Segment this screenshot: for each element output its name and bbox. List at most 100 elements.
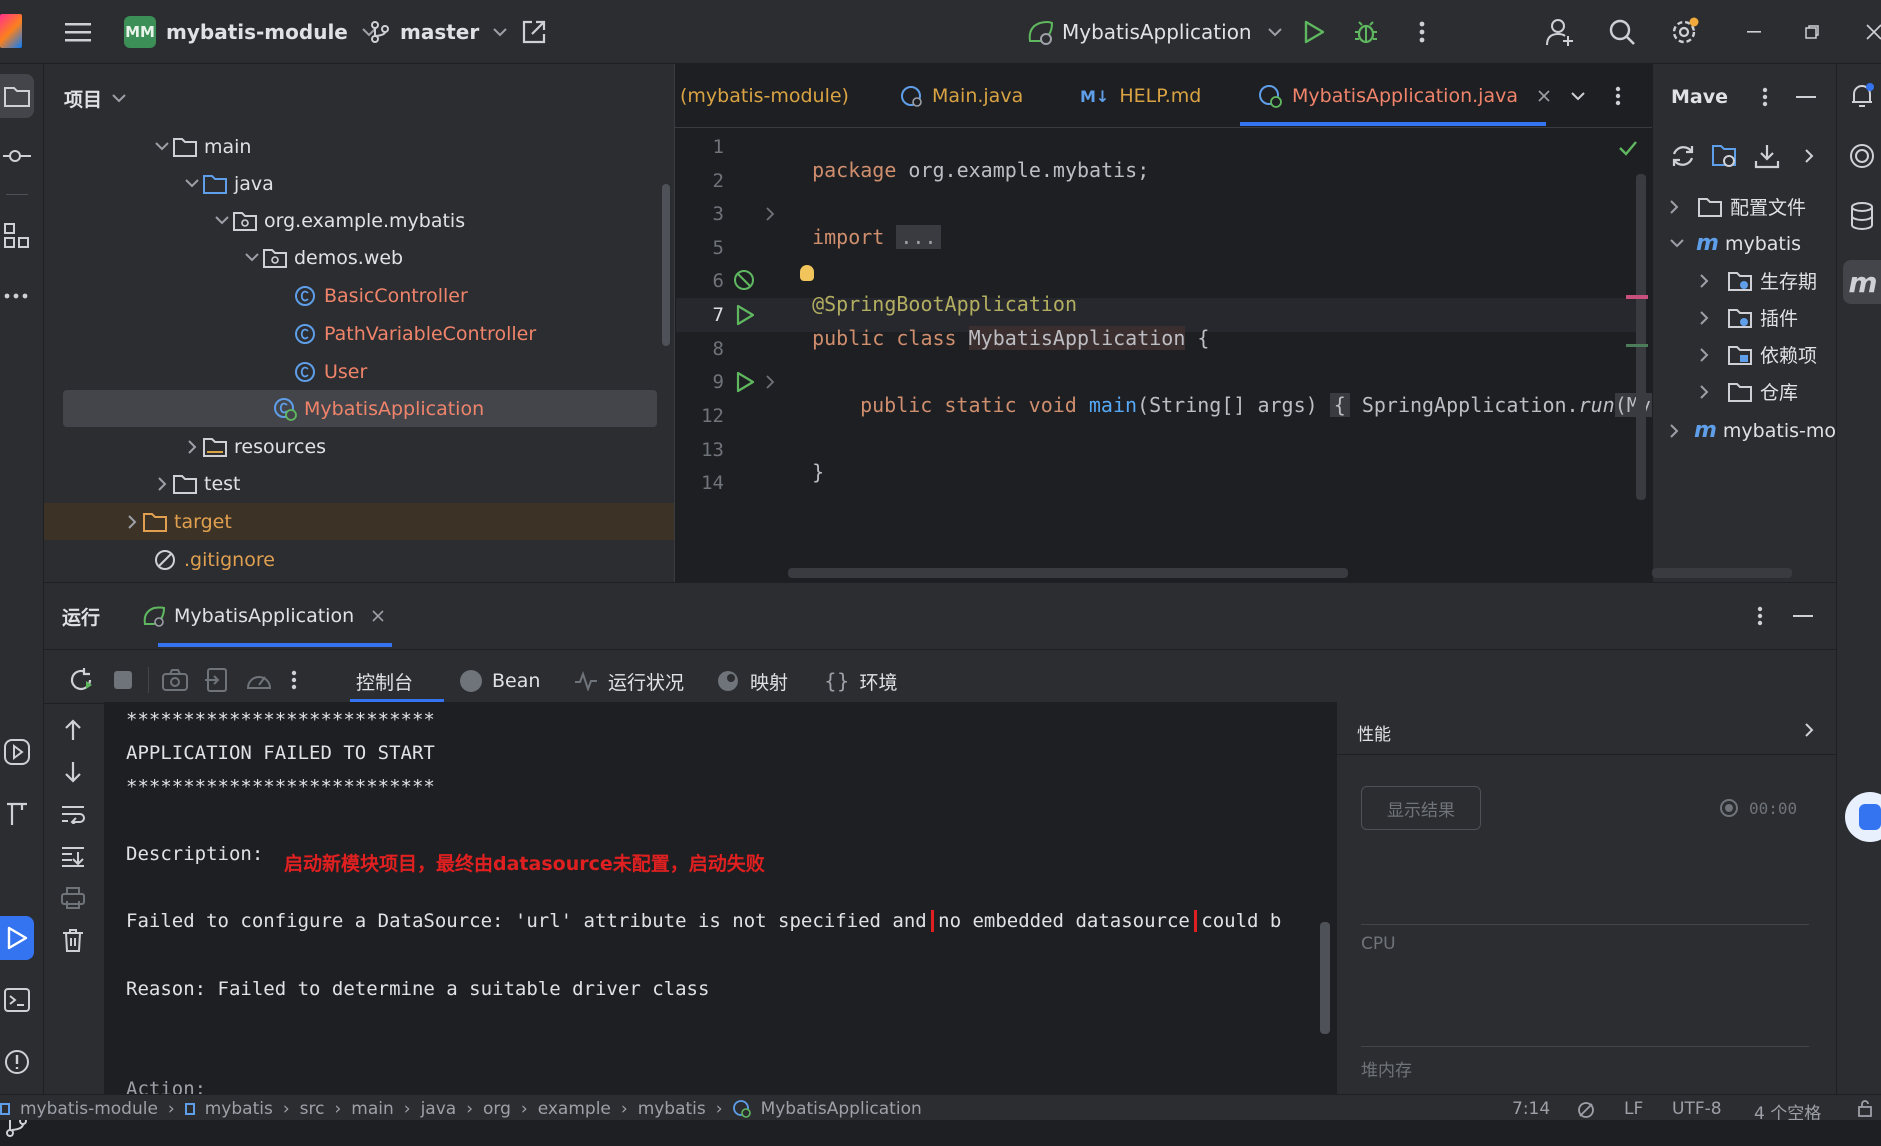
run-config-selector[interactable]: MybatisApplication — [1026, 14, 1282, 50]
line-separator[interactable]: LF — [1624, 1099, 1643, 1119]
fold-chevron-icon[interactable] — [760, 204, 780, 224]
subtab-console[interactable]: 控制台 — [344, 661, 425, 701]
tree-item-java[interactable]: java — [44, 165, 674, 202]
run-tool-icon[interactable] — [0, 916, 34, 960]
profiler-icon[interactable] — [242, 663, 276, 697]
tree-item-package[interactable]: org.example.mybatis — [44, 202, 674, 239]
scroll-down-icon[interactable] — [56, 755, 90, 789]
maven-tool-icon[interactable]: m — [1843, 260, 1881, 304]
project-tool-icon[interactable] — [0, 74, 34, 118]
run-toolbar-more-icon[interactable] — [282, 663, 306, 697]
chevron-down-icon[interactable] — [152, 142, 172, 151]
branch-switcher[interactable]: master — [370, 14, 507, 50]
subtab-environment[interactable]: {} 环境 — [824, 661, 897, 701]
more-options-icon[interactable] — [1404, 14, 1440, 50]
chevron-right-icon[interactable] — [1700, 384, 1720, 399]
console-scrollbar[interactable] — [1320, 922, 1330, 1034]
run-gutter-icon[interactable] — [732, 302, 758, 328]
external-link-icon[interactable] — [516, 14, 552, 50]
chevron-down-icon[interactable] — [212, 216, 232, 225]
maven-item-plugins[interactable]: 插件 — [1700, 299, 1836, 336]
main-menu-icon[interactable] — [60, 14, 96, 50]
subtab-bean[interactable]: Bean — [460, 661, 540, 701]
tab-help-md[interactable]: M↓ HELP.md — [1080, 64, 1201, 128]
indent-setting[interactable]: 4 个空格 — [1754, 1099, 1821, 1120]
maven-item-lifecycle[interactable]: 生存期 — [1700, 262, 1836, 299]
tree-item-test[interactable]: test — [44, 465, 674, 502]
ai-assistant-icon[interactable] — [1845, 136, 1879, 176]
clear-console-icon[interactable] — [56, 923, 90, 957]
export-icon[interactable] — [200, 663, 234, 697]
settings-icon[interactable] — [1666, 14, 1702, 50]
add-user-icon[interactable] — [1542, 14, 1578, 50]
structure-tool-icon[interactable] — [0, 214, 34, 258]
subtab-mappings[interactable]: 映射 — [716, 661, 788, 701]
code-line-3[interactable]: import ... — [788, 201, 941, 249]
breadcrumb-item[interactable]: main — [351, 1099, 393, 1119]
run-panel-minimize-icon[interactable] — [1788, 601, 1818, 631]
build-tool-icon[interactable] — [0, 792, 34, 836]
reload-icon[interactable] — [1667, 140, 1699, 172]
tree-item-user[interactable]: User — [44, 353, 674, 390]
subtab-health[interactable]: 运行状况 — [574, 661, 684, 701]
terminal-tool-icon[interactable] — [0, 978, 34, 1022]
chevron-down-icon[interactable] — [1670, 239, 1690, 248]
close-tab-icon[interactable] — [1538, 90, 1550, 102]
chevron-right-icon[interactable] — [122, 514, 142, 529]
project-panel-header[interactable]: 项目 — [64, 82, 126, 114]
run-icon[interactable] — [1296, 14, 1332, 50]
folded-body[interactable]: { — [1329, 393, 1350, 417]
vcs-status-icon[interactable] — [1576, 1101, 1596, 1119]
reload-project-icon[interactable] — [1709, 140, 1741, 172]
breadcrumb-item[interactable]: mybatis — [205, 1099, 273, 1119]
minimize-window-icon[interactable] — [1736, 14, 1772, 50]
breadcrumb-item[interactable]: MybatisApplication — [761, 1099, 922, 1119]
maven-item-repositories[interactable]: 仓库 — [1700, 373, 1836, 410]
chevron-right-icon[interactable] — [182, 439, 202, 454]
tab-main-java[interactable]: Main.java — [900, 64, 1023, 128]
bean-gutter-icon[interactable] — [732, 268, 758, 294]
tree-item-basic-controller[interactable]: BasicController — [44, 277, 674, 314]
breadcrumb-item[interactable]: mybatis — [638, 1099, 706, 1119]
close-window-icon[interactable] — [1856, 14, 1881, 50]
scroll-up-icon[interactable] — [56, 713, 90, 747]
maven-item-mybatis[interactable]: m mybatis — [1670, 225, 1836, 262]
chevron-right-icon[interactable] — [152, 476, 172, 491]
folded-imports[interactable]: ... — [896, 225, 941, 249]
chevron-right-icon[interactable] — [1670, 423, 1688, 438]
breadcrumb-item[interactable]: example — [538, 1099, 611, 1119]
notifications-icon[interactable] — [1845, 76, 1879, 116]
project-switcher[interactable]: MM mybatis-module — [124, 14, 376, 50]
tab-module[interactable]: (mybatis-module) — [680, 64, 849, 128]
tree-item-path-variable-controller[interactable]: PathVariableController — [44, 315, 674, 352]
tree-item-mybatis-application[interactable]: MybatisApplication — [44, 390, 674, 427]
problems-tool-icon[interactable] — [0, 1040, 34, 1084]
code-line-1[interactable]: package org.example.mybatis; — [788, 134, 1149, 182]
tab-list-chevron-icon[interactable] — [1562, 80, 1594, 112]
run-tab[interactable]: MybatisApplication — [142, 595, 384, 637]
search-icon[interactable] — [1604, 14, 1640, 50]
code-line-7[interactable]: public class MybatisApplication { — [788, 302, 1209, 350]
maven-item-dependencies[interactable]: 依赖项 — [1700, 336, 1836, 373]
chevron-right-icon[interactable] — [1700, 310, 1720, 325]
breadcrumb-item[interactable]: mybatis-module — [20, 1099, 158, 1119]
tree-item-demos-web[interactable]: demos.web — [44, 239, 674, 276]
debug-icon[interactable] — [1348, 14, 1384, 50]
close-tab-icon[interactable] — [372, 610, 384, 622]
editor-vscrollbar[interactable] — [1636, 174, 1646, 500]
breadcrumb-item[interactable]: java — [421, 1099, 457, 1119]
more-tools-icon[interactable] — [0, 274, 34, 318]
database-icon[interactable] — [1845, 196, 1879, 236]
tree-item-gitignore[interactable]: .gitignore — [44, 541, 674, 578]
print-icon[interactable] — [56, 881, 90, 915]
tree-item-target[interactable]: target — [44, 503, 674, 540]
soft-wrap-icon[interactable] — [56, 797, 90, 831]
code-line-9[interactable]: public static void main(String[] args) {… — [836, 369, 1687, 417]
breadcrumb-item[interactable]: org — [483, 1099, 511, 1119]
download-icon[interactable] — [1751, 140, 1783, 172]
tab-mybatis-application-java[interactable]: MybatisApplication.java — [1258, 64, 1550, 128]
run-gutter-icon[interactable] — [732, 369, 758, 395]
show-results-button[interactable]: 显示结果 — [1361, 786, 1481, 830]
app-logo-icon[interactable] — [0, 14, 22, 48]
maven-more-icon[interactable] — [1753, 82, 1777, 112]
